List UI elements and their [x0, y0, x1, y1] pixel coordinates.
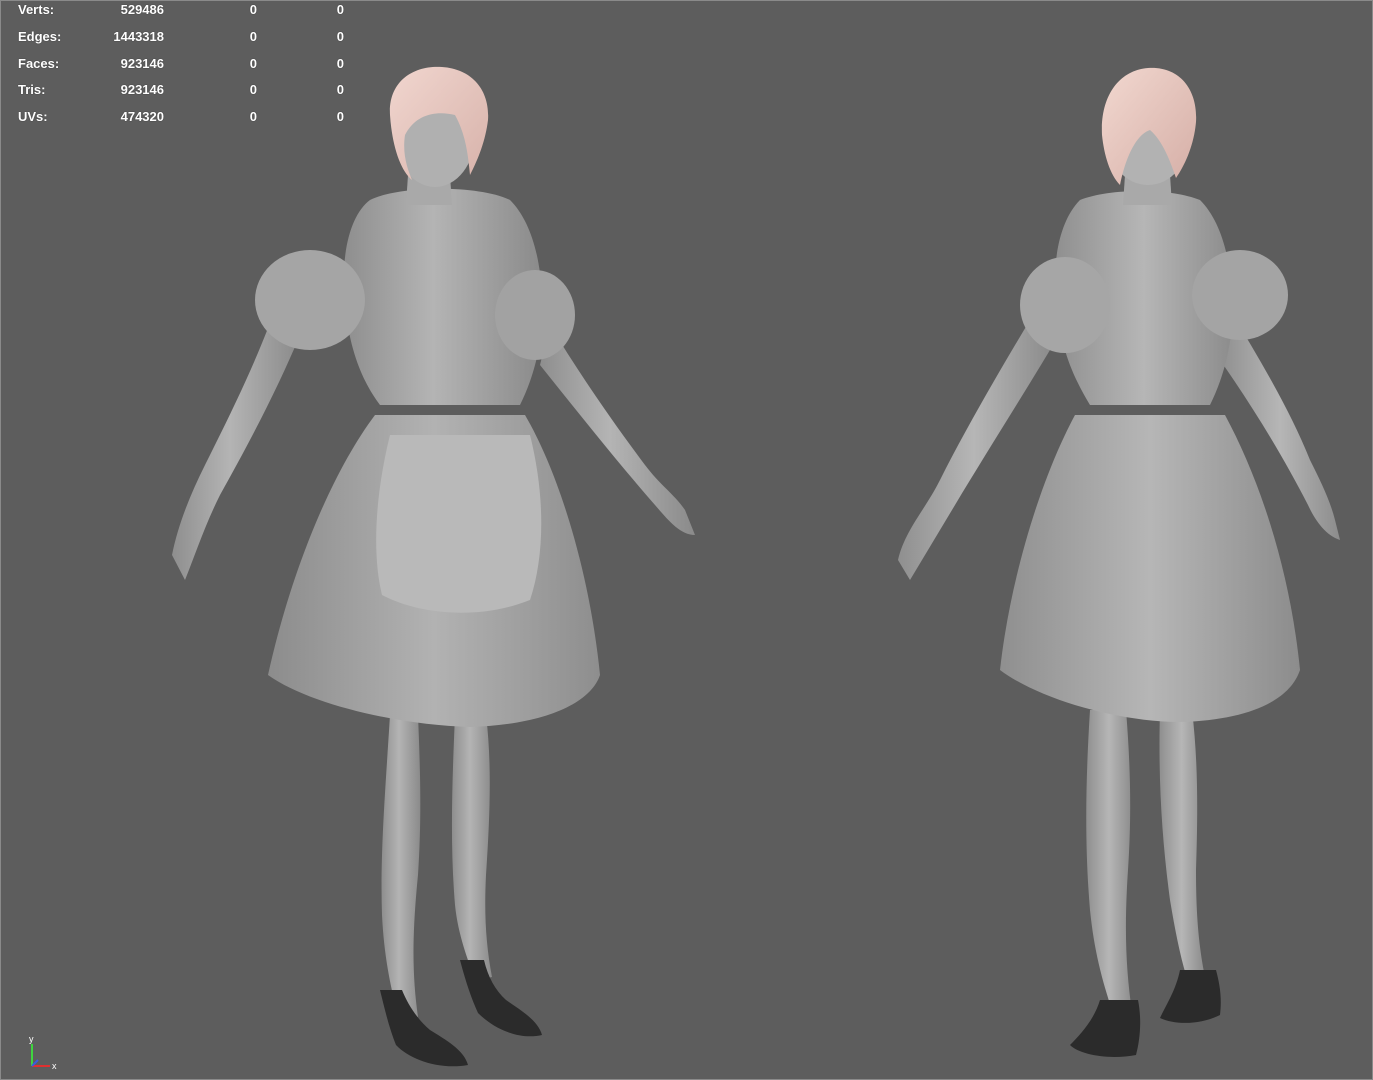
x-axis-label: x [52, 1061, 57, 1071]
hud-label: Faces: [18, 55, 60, 71]
hud-value-object: 529486 [120, 2, 164, 17]
hud-label: Edges: [18, 28, 62, 44]
left-leg [1086, 710, 1132, 1012]
left-shoe [1070, 1000, 1141, 1057]
character-front-view[interactable] [150, 55, 710, 1075]
hud-label: Tris: [18, 82, 46, 98]
right-shoe [460, 960, 542, 1037]
left-shoe [380, 990, 468, 1067]
y-axis-label: y [29, 1034, 34, 1044]
left-leg [381, 715, 421, 1017]
right-sleeve [495, 270, 575, 360]
apron [376, 435, 542, 613]
hud-value-selected: 0 [249, 28, 257, 44]
left-sleeve [1020, 257, 1110, 353]
axis-gizmo: y x [29, 1034, 57, 1071]
hud-value-object: 1443318 [113, 28, 164, 44]
hud-value-component: 0 [336, 28, 344, 44]
hud-label: Verts: [18, 2, 55, 17]
hud-row-verts: Verts: 529486 0 0 [18, 2, 344, 29]
hud-value-selected: 0 [249, 2, 257, 17]
right-shoe [1160, 970, 1221, 1023]
right-leg [451, 715, 492, 980]
left-sleeve [255, 250, 365, 350]
hud-row-edges: Edges: 1443318 0 0 [18, 29, 344, 56]
right-sleeve [1192, 250, 1288, 340]
hud-value-component: 0 [336, 2, 344, 17]
right-leg [1159, 710, 1204, 975]
hud-label: UVs: [18, 109, 48, 125]
skirt [1000, 415, 1300, 722]
character-back-view[interactable] [880, 50, 1360, 1070]
3d-viewport[interactable]: Verts: 529486 0 0 Edges: 1443318 0 0 Fac… [0, 0, 1373, 1080]
